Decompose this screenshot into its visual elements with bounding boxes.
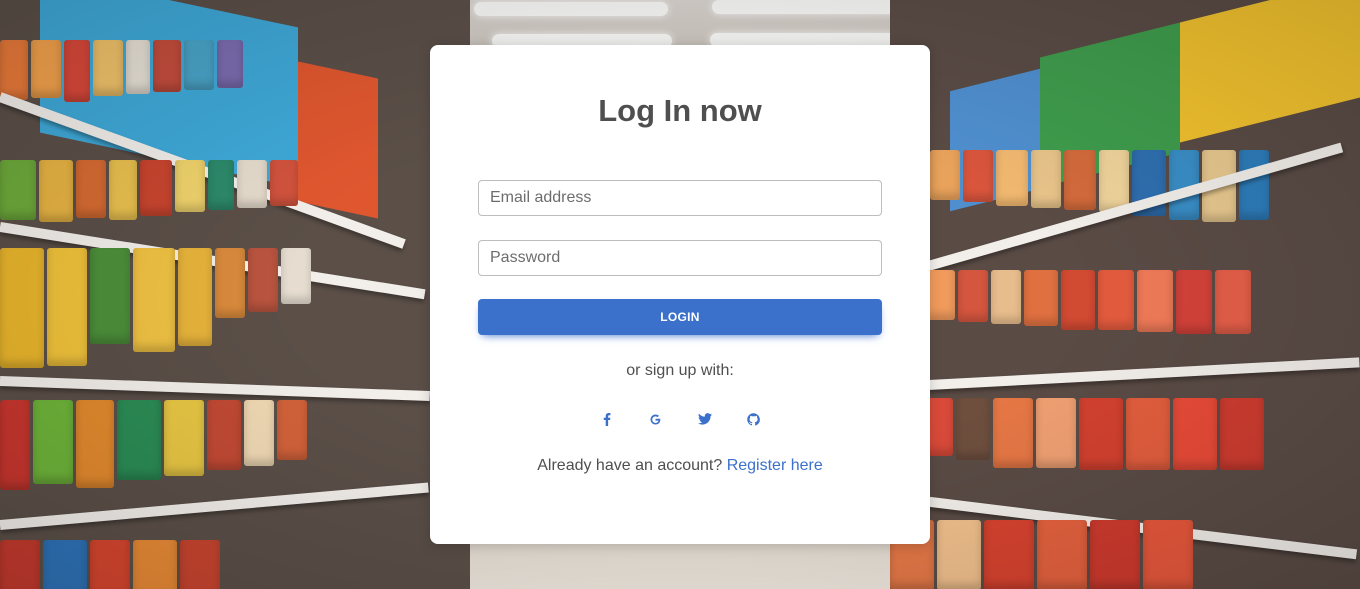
google-icon [650,413,661,425]
social-login-buttons [430,407,930,431]
background-shelf-board [0,376,430,402]
background-banner-red [298,61,378,219]
login-button[interactable]: LOGIN [478,299,882,335]
background-products [0,248,311,368]
background-products [890,520,1193,589]
background-products [0,540,220,589]
password-input[interactable] [478,240,882,276]
background-products [890,398,1264,470]
background-ceiling-light [474,2,668,16]
background-products [0,160,298,222]
login-title: Log In now [598,93,762,128]
background-products [0,400,307,490]
google-button[interactable] [640,407,672,431]
page-background: Log In now LOGIN or sign up with: [0,0,1360,589]
login-card: Log In now LOGIN or sign up with: [430,45,930,544]
twitter-icon [697,413,712,425]
background-banner-yellow [1180,0,1360,143]
background-products [0,40,243,102]
facebook-icon [603,412,610,426]
email-input[interactable] [478,180,882,216]
register-prompt: Already have an account? Register here [430,457,930,475]
background-shelf-left [0,0,470,589]
background-ceiling-light [712,0,917,14]
twitter-button[interactable] [689,407,721,431]
background-shelf-board [890,357,1360,392]
github-button[interactable] [738,407,770,431]
account-question-text: Already have an account? [537,457,723,474]
facebook-button[interactable] [591,407,623,431]
register-link[interactable]: Register here [727,457,823,474]
sign-up-with-text: or sign up with: [626,362,734,379]
background-shelf-right [890,0,1360,589]
github-icon [747,412,760,426]
background-products [890,270,1251,334]
